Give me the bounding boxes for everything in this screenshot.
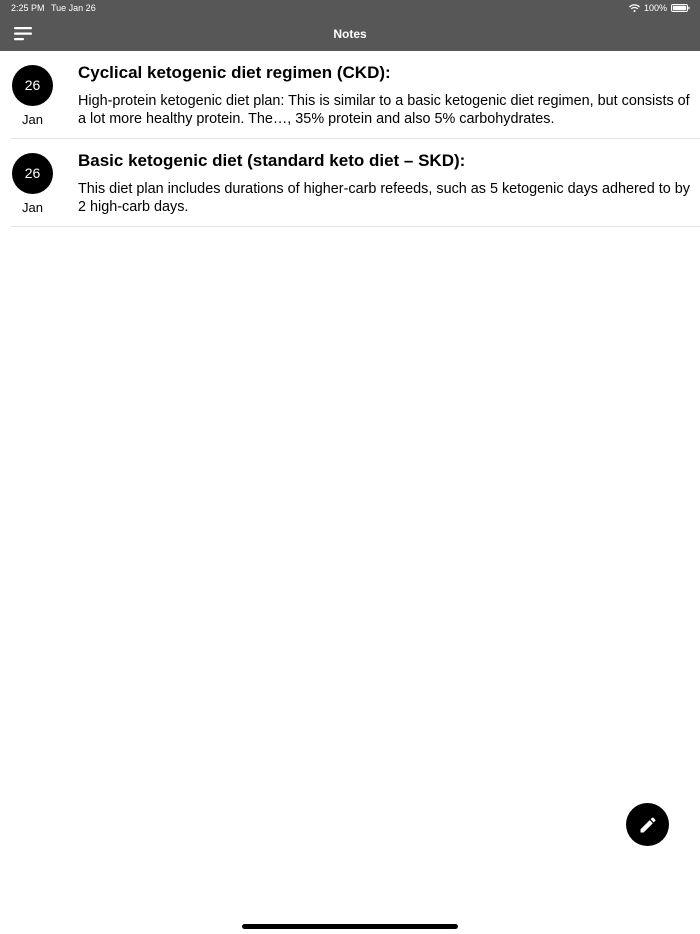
page-title: Notes bbox=[333, 27, 367, 41]
note-item[interactable]: 26 Jan Basic ketogenic diet (standard ke… bbox=[11, 139, 700, 227]
note-item[interactable]: 26 Jan Cyclical ketogenic diet regimen (… bbox=[11, 51, 700, 139]
battery-icon bbox=[671, 4, 690, 12]
date-badge: 26 bbox=[12, 65, 53, 106]
pencil-icon bbox=[640, 816, 656, 832]
battery-percent: 100% bbox=[643, 3, 667, 13]
note-title: Cyclical ketogenic diet regimen (CKD): bbox=[78, 63, 391, 82]
status-time: 2:25 PM bbox=[11, 3, 45, 13]
note-title: Basic ketogenic diet (standard keto diet… bbox=[78, 151, 466, 170]
note-preview: High-protein ketogenic diet plan: This i… bbox=[78, 93, 690, 127]
date-month: Jan bbox=[22, 200, 43, 215]
status-indicators: 100% bbox=[629, 0, 690, 16]
status-bar: 2:25 PM Tue Jan 26 100% bbox=[0, 0, 700, 16]
home-indicator bbox=[242, 924, 458, 929]
date-badge: 26 bbox=[12, 153, 53, 194]
wifi-icon bbox=[629, 4, 640, 12]
note-preview: This diet plan includes durations of hig… bbox=[78, 181, 690, 215]
status-date: Tue Jan 26 bbox=[51, 3, 96, 13]
new-note-button[interactable] bbox=[626, 803, 669, 846]
date-month: Jan bbox=[22, 112, 43, 127]
top-bar: 2:25 PM Tue Jan 26 100% Notes bbox=[0, 0, 700, 51]
notes-list: 26 Jan Cyclical ketogenic diet regimen (… bbox=[0, 51, 700, 227]
